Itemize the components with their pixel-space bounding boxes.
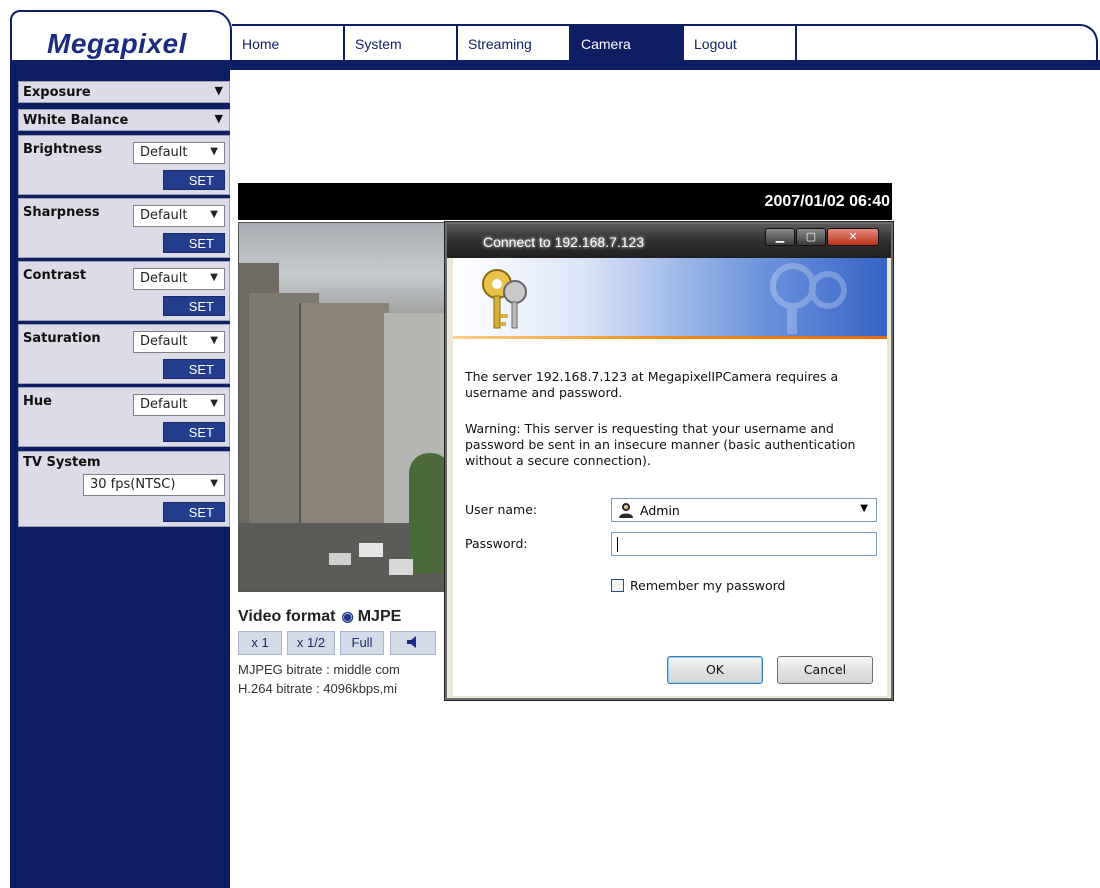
triangle-down-icon: ▼ bbox=[214, 84, 223, 97]
close-icon: ✕ bbox=[848, 231, 858, 243]
speaker-icon bbox=[407, 636, 416, 648]
auth-message: The server 192.168.7.123 at MegapixelIPC… bbox=[465, 369, 839, 400]
tv-system-set-button[interactable]: SET bbox=[163, 502, 225, 522]
username-label: User name: bbox=[465, 502, 538, 517]
timestamp-bar: 2007/01/02 06:40 bbox=[238, 183, 892, 220]
white-balance-menu[interactable]: White Balance ▼ bbox=[18, 109, 230, 131]
tab-logout[interactable]: Logout bbox=[684, 26, 797, 62]
tv-system-panel: TV System 30 fps(NTSC) ▼ SET bbox=[18, 451, 230, 527]
sharpness-label: Sharpness bbox=[23, 205, 100, 220]
sidebar: Exposure ▼ White Balance ▼ Brightness De… bbox=[10, 70, 230, 888]
radio-selected-icon[interactable]: ◉ bbox=[342, 608, 354, 624]
brightness-set-button[interactable]: SET bbox=[163, 170, 225, 190]
white-balance-label: White Balance bbox=[23, 113, 129, 128]
timestamp: 2007/01/02 06:40 bbox=[764, 193, 890, 210]
hue-select[interactable]: Default ▼ bbox=[133, 394, 225, 416]
h264-bitrate: H.264 bitrate : 4096kbps,mi bbox=[238, 681, 397, 696]
brightness-select[interactable]: Default ▼ bbox=[133, 142, 225, 164]
zoom-half-button[interactable]: x 1/2 bbox=[287, 631, 335, 655]
keys-icon bbox=[482, 269, 527, 329]
zoom-x1-button[interactable]: x 1 bbox=[238, 631, 282, 655]
user-icon bbox=[619, 503, 633, 518]
header-divider bbox=[10, 60, 1100, 70]
password-field-wrapper[interactable] bbox=[611, 532, 877, 556]
sharpness-panel: Sharpness Default ▼ SET bbox=[18, 198, 230, 258]
saturation-panel: Saturation Default ▼ SET bbox=[18, 324, 230, 384]
triangle-down-icon: ▼ bbox=[214, 112, 223, 125]
ok-button[interactable]: OK bbox=[667, 656, 763, 684]
contrast-set-button[interactable]: SET bbox=[163, 296, 225, 316]
fullscreen-button[interactable]: Full bbox=[340, 631, 384, 655]
remember-label[interactable]: Remember my password bbox=[630, 578, 786, 593]
tab-streaming[interactable]: Streaming bbox=[458, 26, 571, 62]
tab-home[interactable]: Home bbox=[232, 26, 345, 62]
text-caret bbox=[617, 537, 618, 552]
auth-warning: Warning: This server is requesting that … bbox=[465, 421, 856, 468]
speaker-button[interactable] bbox=[390, 631, 436, 655]
brightness-panel: Brightness Default ▼ SET bbox=[18, 135, 230, 195]
dialog-body: The server 192.168.7.123 at MegapixelIPC… bbox=[453, 339, 887, 696]
tab-camera[interactable]: Camera bbox=[571, 26, 684, 62]
triangle-down-icon: ▼ bbox=[210, 209, 218, 220]
hue-set-button[interactable]: SET bbox=[163, 422, 225, 442]
triangle-down-icon: ▼ bbox=[210, 272, 218, 283]
password-label: Password: bbox=[465, 536, 528, 551]
triangle-down-icon: ▼ bbox=[210, 335, 218, 346]
tab-system[interactable]: System bbox=[345, 26, 458, 62]
triangle-down-icon: ▼ bbox=[210, 146, 218, 157]
video-format-row: Video format ◉ MJPE bbox=[238, 608, 401, 626]
contrast-select[interactable]: Default ▼ bbox=[133, 268, 225, 290]
maximize-button[interactable]: ▢ bbox=[796, 228, 826, 246]
hue-panel: Hue Default ▼ SET bbox=[18, 387, 230, 447]
username-value: Admin bbox=[640, 503, 680, 518]
triangle-down-icon: ▼ bbox=[210, 478, 218, 489]
hue-label: Hue bbox=[23, 394, 52, 409]
cancel-button[interactable]: Cancel bbox=[777, 656, 873, 684]
saturation-select[interactable]: Default ▼ bbox=[133, 331, 225, 353]
saturation-set-button[interactable]: SET bbox=[163, 359, 225, 379]
triangle-down-icon: ▼ bbox=[860, 503, 868, 514]
dialog-banner bbox=[453, 258, 887, 336]
video-format-label: Video format bbox=[238, 608, 336, 625]
keys-watermark-icon bbox=[770, 263, 847, 334]
brightness-label: Brightness bbox=[23, 142, 103, 157]
contrast-value: Default bbox=[140, 271, 188, 286]
exposure-label: Exposure bbox=[23, 85, 91, 100]
password-field[interactable] bbox=[612, 533, 876, 555]
maximize-icon: ▢ bbox=[805, 231, 817, 243]
close-button[interactable]: ✕ bbox=[827, 228, 879, 246]
triangle-down-icon: ▼ bbox=[210, 398, 218, 409]
video-format-option[interactable]: MJPE bbox=[358, 608, 402, 625]
sharpness-value: Default bbox=[140, 208, 188, 223]
username-combo[interactable]: Admin ▼ bbox=[611, 498, 877, 522]
remember-checkbox[interactable] bbox=[611, 579, 624, 592]
contrast-panel: Contrast Default ▼ SET bbox=[18, 261, 230, 321]
mjpeg-bitrate: MJPEG bitrate : middle com bbox=[238, 662, 400, 677]
minimize-icon: ▁ bbox=[775, 231, 785, 243]
sharpness-select[interactable]: Default ▼ bbox=[133, 205, 225, 227]
exposure-menu[interactable]: Exposure ▼ bbox=[18, 81, 230, 103]
sharpness-set-button[interactable]: SET bbox=[163, 233, 225, 253]
video-view[interactable] bbox=[238, 222, 450, 592]
brightness-value: Default bbox=[140, 145, 188, 160]
minimize-button[interactable]: ▁ bbox=[765, 228, 795, 246]
logo-tab: Megapixel bbox=[10, 10, 232, 60]
dialog-titlebar[interactable]: Connect to 192.168.7.123 ▁ ▢ ✕ bbox=[447, 224, 891, 258]
saturation-label: Saturation bbox=[23, 331, 101, 346]
hue-value: Default bbox=[140, 397, 188, 412]
login-dialog: Connect to 192.168.7.123 ▁ ▢ ✕ The serve… bbox=[445, 222, 893, 700]
brand-logo: Megapixel bbox=[47, 28, 187, 59]
tv-system-label: TV System bbox=[23, 455, 101, 470]
tv-system-select[interactable]: 30 fps(NTSC) ▼ bbox=[83, 474, 225, 496]
dialog-title: Connect to 192.168.7.123 bbox=[483, 234, 645, 250]
header: Megapixel Home System Streaming Camera L… bbox=[0, 0, 1100, 70]
nav-bar: Home System Streaming Camera Logout bbox=[232, 24, 1098, 62]
saturation-value: Default bbox=[140, 334, 188, 349]
contrast-label: Contrast bbox=[23, 268, 87, 283]
tv-system-value: 30 fps(NTSC) bbox=[90, 477, 176, 492]
